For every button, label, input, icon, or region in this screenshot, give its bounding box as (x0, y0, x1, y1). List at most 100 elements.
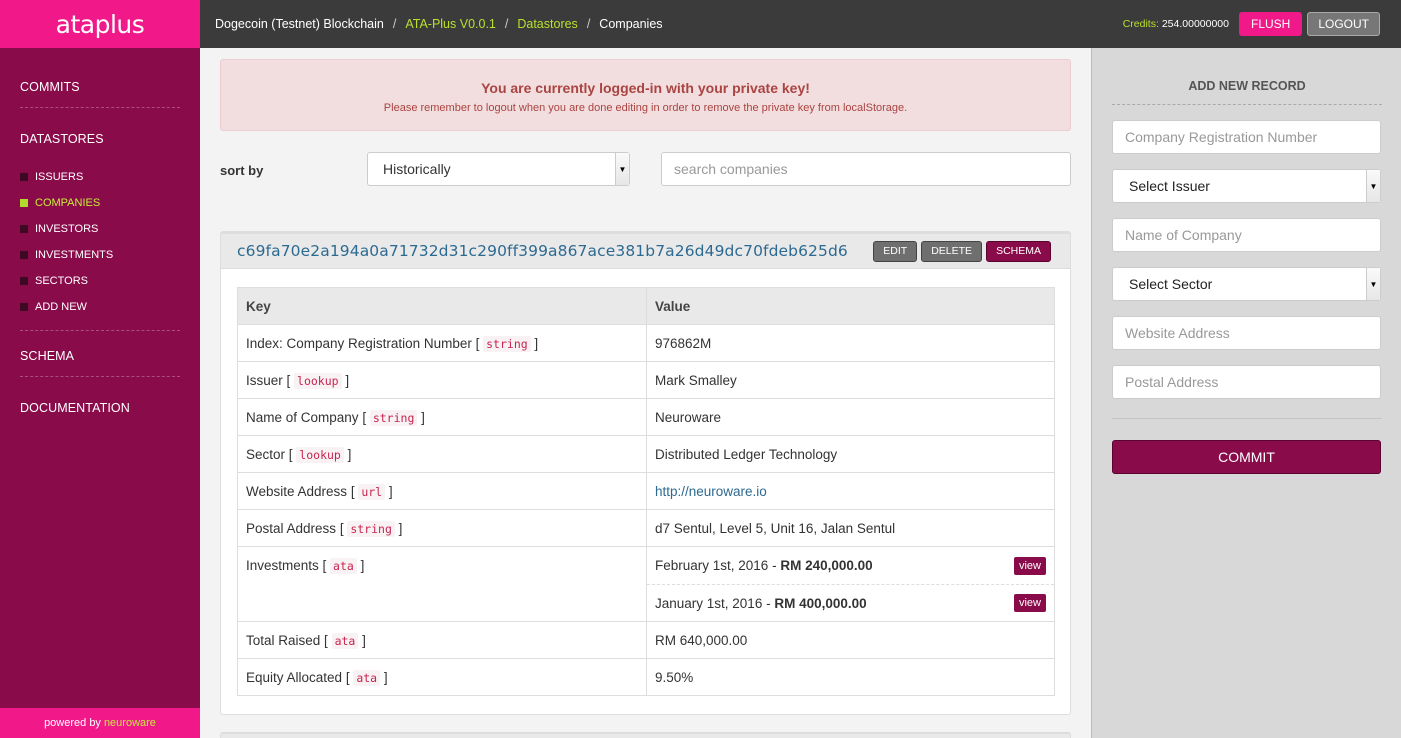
brand-logo[interactable]: ataplus (0, 0, 200, 48)
footer-text: powered by (44, 717, 101, 729)
table-row: Sector [ lookup ] Distributed Ledger Tec… (237, 435, 1055, 473)
breadcrumb-item[interactable]: ATA-Plus V0.0.1 (405, 17, 496, 31)
nav-item-sectors[interactable]: SECTORS (20, 268, 180, 294)
nav-item-label: ADD NEW (35, 301, 87, 313)
row-value: Neuroware (646, 398, 1055, 436)
schema-button[interactable]: SCHEMA (986, 240, 1051, 262)
breadcrumb-item[interactable]: Dogecoin (Testnet) Blockchain (215, 17, 384, 31)
select-value: Select Issuer (1129, 178, 1210, 194)
nav-item-investments[interactable]: INVESTMENTS (20, 242, 180, 268)
bullet-icon (20, 225, 28, 233)
add-record-panel: ADD NEW RECORD Company Registration Numb… (1091, 48, 1401, 738)
logout-button[interactable]: LOGOUT (1307, 12, 1380, 36)
nav-item-label: INVESTMENTS (35, 249, 114, 261)
row-key: Total Raised [ ata ] (237, 621, 647, 659)
commit-button[interactable]: COMMIT (1112, 440, 1381, 474)
view-button[interactable]: view (1013, 556, 1046, 575)
key-label: Index: Company Registration Number (246, 335, 472, 351)
alert-private-key: You are currently logged-in with your pr… (220, 59, 1071, 131)
nav-commits[interactable]: COMMITS (20, 80, 180, 94)
column-header-key: Key (237, 287, 647, 325)
divider (1112, 104, 1382, 105)
key-label: Issuer (246, 372, 283, 388)
type-tag: ata (331, 632, 359, 649)
nav-datastores[interactable]: DATASTORES (20, 132, 180, 146)
type-tag: url (358, 483, 386, 500)
row-key: Investments [ ata ] (237, 546, 647, 622)
divider (20, 330, 180, 331)
row-key: Equity Allocated [ ata ] (237, 658, 647, 696)
divider (20, 376, 180, 377)
type-tag: lookup (294, 372, 342, 389)
sidebar: ataplus COMMITS DATASTORES ISSUERS COMPA… (0, 0, 200, 738)
dropdown-arrow-icon: ▼ (1366, 268, 1380, 300)
brand-name: ataplus (55, 9, 145, 39)
website-address-field[interactable]: Website Address (1112, 316, 1381, 350)
key-label: Postal Address (246, 520, 337, 536)
add-record-title: ADD NEW RECORD (1188, 79, 1306, 93)
investments-list: February 1st, 2016 - RM 240,000.00 view … (646, 546, 1055, 622)
table-row: Name of Company [ string ] Neuroware (237, 398, 1055, 436)
alert-message: Please remember to logout when you are d… (383, 102, 908, 114)
nav-item-label: COMPANIES (35, 197, 101, 209)
nav-documentation[interactable]: DOCUMENTATION (20, 401, 180, 415)
row-key: Sector [ lookup ] (237, 435, 647, 473)
record-panel: c69fa70e2a194a0a71732d31c290ff399a867ace… (220, 231, 1071, 715)
row-value: http://neuroware.io (646, 472, 1055, 510)
sidebar-footer: powered by neuroware (0, 708, 200, 738)
website-link[interactable]: http://neuroware.io (655, 484, 767, 499)
nav-item-issuers[interactable]: ISSUERS (20, 164, 180, 190)
type-tag: ata (330, 558, 357, 574)
delete-button[interactable]: DELETE (921, 240, 983, 262)
row-value: RM 640,000.00 (646, 621, 1055, 659)
credits-label: Credits: (1122, 18, 1159, 30)
credits-value: 254.00000000 (1161, 18, 1229, 30)
topbar: Dogecoin (Testnet) Blockchain / ATA-Plus… (200, 0, 1401, 48)
row-value: d7 Sentul, Level 5, Unit 16, Jalan Sentu… (646, 509, 1055, 547)
search-input[interactable]: search companies (661, 152, 1071, 186)
nav-schema[interactable]: SCHEMA (20, 349, 180, 363)
sector-select[interactable]: Select Sector ▼ (1112, 267, 1381, 301)
row-key: Name of Company [ string ] (237, 398, 647, 436)
row-key: Postal Address [ string ] (237, 509, 647, 547)
sort-select[interactable]: Historically ▼ (367, 152, 630, 186)
table-row: Total Raised [ ata ] RM 640,000.00 (237, 621, 1055, 659)
nav-item-label: ISSUERS (35, 171, 84, 183)
investment-item: February 1st, 2016 - RM 240,000.00 view (647, 547, 1054, 584)
bullet-icon (20, 277, 28, 285)
investment-amount: RM 400,000.00 (774, 595, 867, 611)
row-value: Distributed Ledger Technology (646, 435, 1055, 473)
edit-button[interactable]: EDIT (873, 240, 918, 262)
flush-button[interactable]: FLUSH (1238, 12, 1303, 36)
type-tag: string (369, 409, 418, 426)
view-button[interactable]: view (1013, 594, 1046, 612)
company-name-field[interactable]: Name of Company (1112, 218, 1381, 252)
nav-item-companies[interactable]: COMPANIES (20, 190, 180, 216)
footer-brand-link[interactable]: neuroware (104, 717, 156, 729)
company-registration-number-field[interactable]: Company Registration Number (1112, 120, 1381, 154)
type-tag: string (483, 335, 531, 352)
breadcrumb-separator: / (586, 17, 591, 31)
key-label: Sector (246, 446, 286, 462)
postal-address-field[interactable]: Postal Address (1112, 365, 1381, 399)
credits-display: Credits: 254.00000000 (1123, 18, 1229, 30)
type-tag: lookup (296, 446, 344, 463)
table-row: Index: Company Registration Number [ str… (237, 324, 1055, 362)
field-placeholder: Company Registration Number (1125, 129, 1318, 145)
row-key: Website Address [ url ] (237, 472, 647, 510)
row-value: Mark Smalley (646, 361, 1055, 399)
breadcrumb-separator: / (392, 17, 397, 31)
breadcrumb-item[interactable]: Datastores (517, 17, 577, 31)
table-row-investments: Investments [ ata ] February 1st, 2016 -… (237, 546, 1055, 622)
table-header-row: Key Value (237, 287, 1055, 325)
issuer-select[interactable]: Select Issuer ▼ (1112, 169, 1381, 203)
select-value: Select Sector (1129, 276, 1213, 292)
column-header-value: Value (646, 287, 1055, 325)
key-label: Name of Company (246, 409, 359, 425)
field-placeholder: Website Address (1125, 325, 1230, 341)
record-hash: c69fa70e2a194a0a71732d31c290ff399a867ace… (237, 242, 848, 260)
key-label: Total Raised (246, 632, 321, 648)
dropdown-arrow-icon: ▼ (1366, 170, 1380, 202)
nav-item-investors[interactable]: INVESTORS (20, 216, 180, 242)
nav-item-add-new[interactable]: ADD NEW (20, 294, 180, 320)
